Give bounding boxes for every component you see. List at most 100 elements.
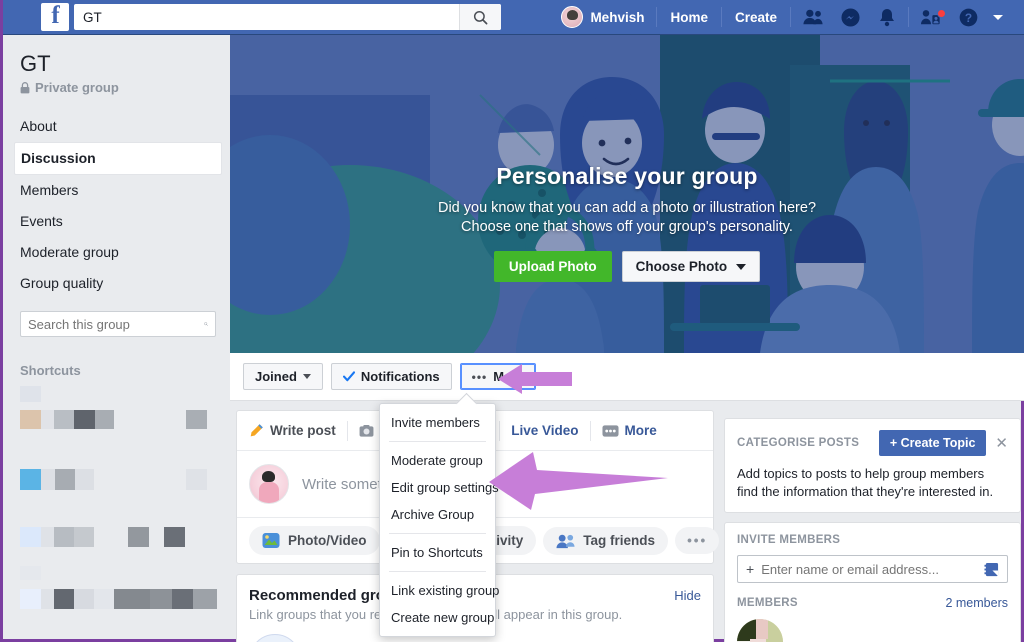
menu-item-moderate-group[interactable]: Moderate group xyxy=(380,447,495,474)
sidebar-item-events[interactable]: Events xyxy=(6,206,230,237)
nav-home-link[interactable]: Home xyxy=(660,10,718,25)
lock-icon xyxy=(20,81,30,93)
choose-photo-button[interactable]: Choose Photo xyxy=(621,251,761,282)
more-dropdown-menu: Invite members Moderate group Edit group… xyxy=(379,403,499,637)
redacted-block xyxy=(20,589,41,609)
upload-photo-button[interactable]: Upload Photo xyxy=(493,251,612,282)
search-icon xyxy=(473,10,488,24)
redacted-block xyxy=(54,527,74,547)
group-nav-list: About Discussion Members Events Moderate… xyxy=(6,111,230,299)
dots-horizontal-icon xyxy=(602,424,619,437)
avatar xyxy=(561,6,584,28)
account-menu-caret-icon[interactable] xyxy=(993,14,1003,20)
notifications-button[interactable]: Notifications xyxy=(330,363,452,390)
sidebar-item-group-quality[interactable]: Group quality xyxy=(6,268,230,299)
help-button[interactable]: ? xyxy=(950,8,987,27)
notifications-icon xyxy=(880,8,894,26)
nav-divider xyxy=(720,7,722,27)
redacted-block xyxy=(172,589,193,609)
categorise-heading: CATEGORISE POSTS xyxy=(737,437,860,449)
global-search xyxy=(74,4,501,30)
member-avatar[interactable] xyxy=(737,619,783,642)
friend-requests-button[interactable] xyxy=(794,8,832,26)
close-icon[interactable]: ✕ xyxy=(995,436,1008,451)
group-cover-photo[interactable]: Personalise your group Did you know that… xyxy=(230,35,1024,353)
redacted-block xyxy=(55,469,75,490)
photo-video-button[interactable]: Photo/Video xyxy=(249,526,380,555)
notifications-label: Notifications xyxy=(360,369,440,384)
sidebar-item-members[interactable]: Members xyxy=(6,175,230,206)
composer-tab-write-post[interactable]: Write post xyxy=(249,423,347,438)
composer-tab-label: Write post xyxy=(270,423,336,438)
sidebar-item-discussion[interactable]: Discussion xyxy=(14,142,222,175)
member-avatar-image xyxy=(737,619,783,642)
sidebar-item-moderate-group[interactable]: Moderate group xyxy=(6,237,230,268)
help-icon: ? xyxy=(959,8,978,26)
redacted-block xyxy=(150,589,172,609)
redacted-block xyxy=(94,589,114,609)
photo-video-icon xyxy=(262,533,280,548)
redacted-block xyxy=(95,410,114,429)
friend-requests-icon xyxy=(803,9,823,25)
check-icon xyxy=(342,371,355,382)
search-button[interactable] xyxy=(459,4,501,30)
facebook-logo[interactable]: f xyxy=(41,3,69,31)
redacted-block xyxy=(164,527,185,547)
composer-tab-more[interactable]: More xyxy=(591,423,668,438)
dots-horizontal-icon: ••• xyxy=(687,533,708,548)
redacted-block xyxy=(75,469,94,490)
categorise-header-row: CATEGORISE POSTS + Create Topic ✕ xyxy=(737,430,1008,456)
notifications-button[interactable] xyxy=(869,8,905,27)
composer-tab-live-video[interactable]: Live Video xyxy=(500,423,589,438)
menu-item-invite-members[interactable]: Invite members xyxy=(380,409,495,436)
search-icon[interactable] xyxy=(204,317,208,331)
redacted-block xyxy=(41,527,54,547)
plus-icon: + xyxy=(746,561,755,577)
more-actions-button[interactable]: ••• xyxy=(675,527,720,554)
redacted-block xyxy=(186,469,207,490)
hide-link[interactable]: Hide xyxy=(674,588,701,603)
nav-right-group: Mehvish Home Create ? xyxy=(552,0,1024,35)
redacted-block xyxy=(74,589,94,609)
nav-profile-link[interactable]: Mehvish xyxy=(552,6,653,28)
search-input[interactable] xyxy=(74,5,459,29)
members-count-link[interactable]: 2 members xyxy=(945,596,1008,610)
menu-item-create-new-group[interactable]: Create new group xyxy=(380,604,495,631)
account-button[interactable] xyxy=(912,8,950,26)
sidebar-item-about[interactable]: About xyxy=(6,111,230,142)
menu-item-pin-to-shortcuts[interactable]: Pin to Shortcuts xyxy=(380,539,495,566)
redacted-block xyxy=(20,469,41,490)
shortcuts-heading: Shortcuts xyxy=(20,363,81,378)
tag-friends-icon xyxy=(556,534,575,548)
invite-input[interactable] xyxy=(761,561,977,577)
group-search-input[interactable] xyxy=(28,316,204,332)
invite-members-field[interactable]: + xyxy=(737,555,1008,583)
menu-item-archive-group[interactable]: Archive Group xyxy=(380,501,495,528)
tag-friends-label: Tag friends xyxy=(583,533,656,548)
redacted-block xyxy=(74,527,94,547)
menu-item-edit-group-settings[interactable]: Edit group settings xyxy=(380,474,499,501)
group-privacy: Private group xyxy=(6,77,230,95)
more-button[interactable]: ••• More xyxy=(459,363,537,390)
group-search xyxy=(20,311,216,337)
joined-button[interactable]: Joined xyxy=(243,363,323,390)
right-sidebar: CATEGORISE POSTS + Create Topic ✕ Add to… xyxy=(724,418,1021,642)
menu-item-link-existing-group[interactable]: Link existing group xyxy=(380,577,499,604)
more-label: More xyxy=(493,369,525,384)
redacted-block xyxy=(54,589,74,609)
notification-badge xyxy=(937,9,946,18)
tag-friends-button[interactable]: Tag friends xyxy=(543,526,669,555)
invite-members-card: INVITE MEMBERS + MEMBERS 2 members xyxy=(724,522,1021,642)
cover-buttons: Upload Photo Choose Photo xyxy=(230,251,1024,282)
address-book-icon[interactable] xyxy=(984,562,999,577)
nav-divider xyxy=(908,7,909,27)
facebook-group-page: f Mehvish Home Create xyxy=(0,0,1024,642)
nav-create-link[interactable]: Create xyxy=(725,10,787,25)
categorise-body-text: Add topics to posts to help group member… xyxy=(737,466,994,499)
messenger-button[interactable] xyxy=(832,7,869,27)
create-topic-button[interactable]: + Create Topic xyxy=(878,430,987,456)
categorise-posts-card: CATEGORISE POSTS + Create Topic ✕ Add to… xyxy=(724,418,1021,513)
group-action-bar: Joined Notifications ••• More xyxy=(230,353,1024,401)
redacted-block xyxy=(74,410,95,429)
dots-horizontal-icon: ••• xyxy=(471,369,488,384)
